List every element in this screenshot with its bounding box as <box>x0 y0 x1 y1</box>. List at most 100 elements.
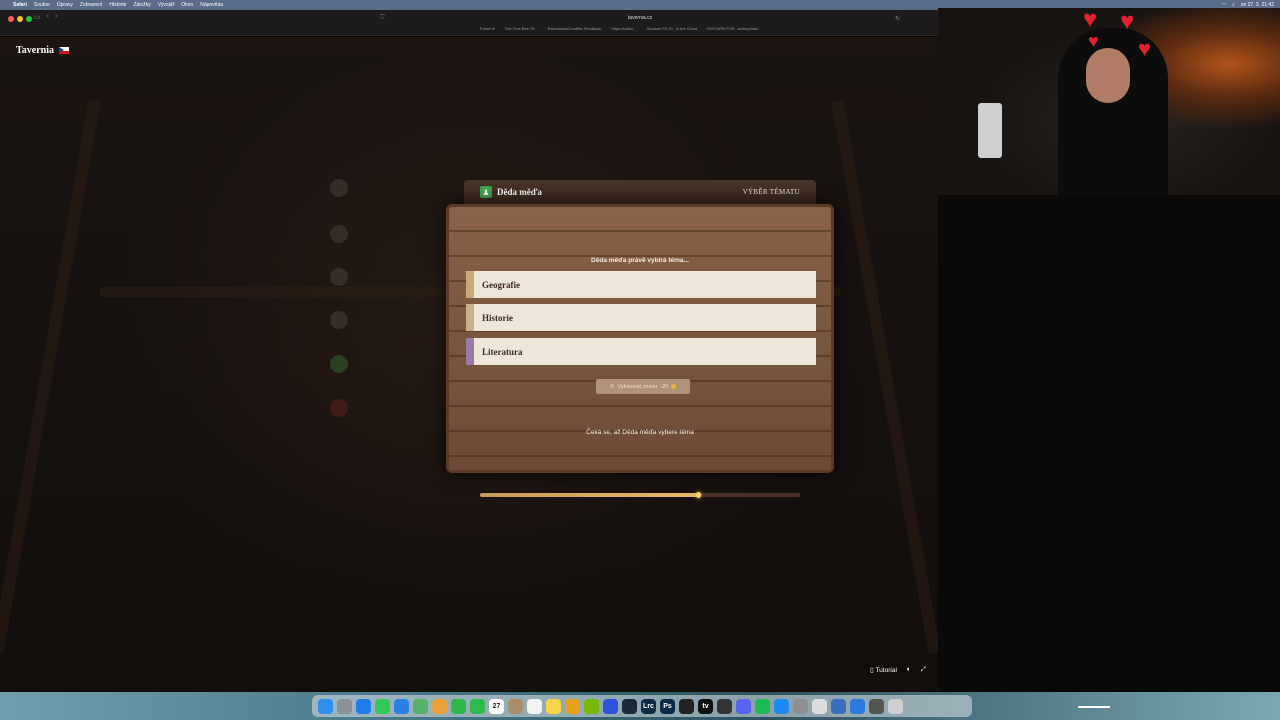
topic-option-literatura[interactable]: Literatura <box>466 338 816 365</box>
appstore-app-icon[interactable] <box>774 698 789 714</box>
settings-app-icon[interactable] <box>793 698 808 714</box>
menu-vyvojar[interactable]: Vývojář <box>158 2 175 8</box>
player-avatar-icon: ♟ <box>480 186 492 198</box>
lightroom-app-icon[interactable]: Lrc <box>641 698 656 714</box>
bookmarks-bar: Forum ▾ The True Bee Of... ExtensionsGoo… <box>480 26 758 31</box>
bookmark-item[interactable]: The True Bee Of... <box>505 26 538 31</box>
menu-napoveda[interactable]: Nápověda <box>200 2 223 8</box>
address-bar[interactable]: ⛉ tavernia.cz ↻ <box>380 13 900 23</box>
reroll-button[interactable]: ⟳ Vylosovat znovu -20 <box>596 379 690 394</box>
trash-app-icon[interactable] <box>888 698 903 714</box>
menubar-app-name[interactable]: Safari <box>13 2 27 8</box>
facetime-app-icon[interactable] <box>451 698 466 714</box>
nav-buttons: ▭ ‹ › <box>34 13 57 21</box>
heart-icon: ♥ <box>1120 8 1135 35</box>
messages-app-icon[interactable] <box>375 698 390 714</box>
choosing-prompt: Děda měďa právě vybírá téma... <box>591 257 689 264</box>
tutorial-button[interactable]: ▯ Tutorial <box>870 666 897 674</box>
menu-historie[interactable]: Historie <box>109 2 126 8</box>
blurred-player-avatar <box>330 355 348 373</box>
timer-spark <box>695 492 701 498</box>
photos-app-icon[interactable] <box>432 698 447 714</box>
contacts-app-icon[interactable] <box>508 698 523 714</box>
tutorial-label: Tutorial <box>875 667 897 674</box>
modal-phase-title: VÝBĚR TÉMATU <box>742 188 800 196</box>
browser-app-app-icon[interactable] <box>603 698 618 714</box>
topic-color-strip <box>466 271 474 298</box>
finder-app-icon[interactable] <box>318 698 333 714</box>
coin-icon <box>671 384 677 389</box>
blurred-player-avatar <box>330 225 348 243</box>
privacy-shield-icon[interactable]: ⛉ <box>380 15 385 22</box>
bookmark-item[interactable]: DISTURB FOR...actionphoto <box>707 26 758 31</box>
book-icon: ▯ <box>870 667 874 674</box>
heart-icon: ♥ <box>1083 8 1098 33</box>
phone-app-icon[interactable] <box>470 698 485 714</box>
timer-progress-fill <box>480 493 698 497</box>
reroll-icon: ⟳ <box>609 383 615 390</box>
minimize-window-button[interactable] <box>17 16 23 22</box>
game-app-app-icon[interactable] <box>565 698 580 714</box>
obs-app-icon[interactable] <box>717 698 732 714</box>
menu-okno[interactable]: Okno <box>181 2 193 8</box>
forward-arrow-icon[interactable]: › <box>55 13 57 21</box>
topic-color-strip <box>466 338 474 365</box>
reminders-app-icon[interactable] <box>527 698 542 714</box>
sidebar-toggle-icon[interactable]: ▭ <box>34 13 41 21</box>
streamer-webcam: ♥ ♥ ♥ ♥ <box>938 8 1280 195</box>
spotify-app-icon[interactable] <box>755 698 770 714</box>
notes-app-icon[interactable] <box>546 698 561 714</box>
zoom-window-button[interactable] <box>26 16 32 22</box>
chatgpt-app-icon[interactable] <box>679 698 694 714</box>
topic-option-historie[interactable]: Historie <box>466 304 816 331</box>
close-window-button[interactable] <box>8 16 14 22</box>
preview-app-icon[interactable] <box>812 698 827 714</box>
heart-icon: ♥ <box>1088 31 1099 51</box>
downloads-app-icon[interactable] <box>869 698 884 714</box>
blurred-player-avatar <box>330 268 348 286</box>
topic-option-geografie[interactable]: Geografie <box>466 271 816 298</box>
site-title[interactable]: Tavernia <box>16 45 54 56</box>
maps-app-icon[interactable] <box>413 698 428 714</box>
back-arrow-icon[interactable]: ‹ <box>47 13 49 21</box>
streamer-face <box>1086 48 1130 103</box>
menu-soubor[interactable]: Soubor <box>34 2 50 8</box>
url-text[interactable]: tavernia.cz <box>628 15 652 21</box>
fullscreen-icon[interactable]: ⤢ <box>921 666 926 674</box>
czech-flag-icon[interactable] <box>58 47 69 54</box>
game-footer-controls: ▯ Tutorial 🔈︎ ⤢ <box>870 666 926 674</box>
reroll-cost: -20 <box>660 383 669 390</box>
background-beam <box>831 100 938 654</box>
menu-zalozky[interactable]: Záložky <box>133 2 150 8</box>
background-beam <box>0 100 101 654</box>
discord-app-icon[interactable] <box>736 698 751 714</box>
photoshop-app-icon[interactable]: Ps <box>660 698 675 714</box>
bookmark-item[interactable]: Shadow PC Cl...in the Cloud <box>647 26 698 31</box>
utility-app-icon[interactable] <box>850 698 865 714</box>
blurred-player-avatar <box>330 311 348 329</box>
menu-zobrazeni[interactable]: Zobrazení <box>80 2 103 8</box>
topic-label: Literatura <box>482 346 523 357</box>
blurred-player-avatar <box>330 179 348 197</box>
waiting-status: Čeká se, až Děda měďa vybere téma <box>586 429 694 436</box>
site-logo[interactable]: Tavernia <box>16 45 69 56</box>
menu-upravy[interactable]: Úpravy <box>57 2 73 8</box>
topic-color-strip <box>466 304 474 331</box>
volume-slider[interactable] <box>1078 706 1110 708</box>
steam-app-icon[interactable] <box>622 698 637 714</box>
safari-app-icon[interactable] <box>356 698 371 714</box>
reload-icon[interactable]: ↻ <box>895 15 900 22</box>
bookmark-item[interactable]: ExtensionsGoodBio Feedback <box>548 26 602 31</box>
nvidia-app-icon[interactable] <box>584 698 599 714</box>
finder2-app-icon[interactable] <box>831 698 846 714</box>
volume-icon[interactable]: 🔈︎ <box>907 666 911 674</box>
launchpad-app-icon[interactable] <box>337 698 352 714</box>
topic-selection-modal: ♟ Děda měďa VÝBĚR TÉMATU Děda měďa právě… <box>446 180 834 473</box>
blurred-player-avatar <box>330 399 348 417</box>
appletv-app-icon[interactable]: tv <box>698 698 713 714</box>
mail-app-icon[interactable] <box>394 698 409 714</box>
bookmark-item[interactable]: Forum ▾ <box>480 26 495 31</box>
reroll-label: Vylosovat znovu <box>617 383 658 390</box>
bookmark-item[interactable]: https://token... <box>611 26 636 31</box>
calendar-app-icon[interactable]: 27 <box>489 698 504 714</box>
